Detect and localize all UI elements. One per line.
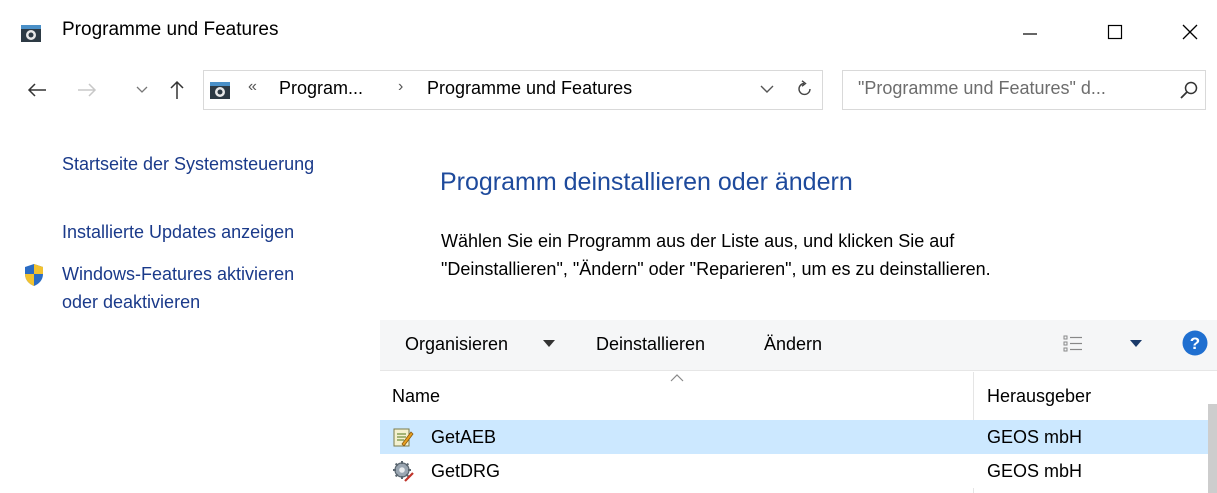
chevron-down-icon xyxy=(136,86,148,93)
back-button[interactable] xyxy=(22,72,52,108)
organize-button[interactable]: Organisieren xyxy=(405,334,508,355)
up-button[interactable] xyxy=(162,72,192,108)
arrow-left-icon xyxy=(27,83,46,97)
minimize-button[interactable] xyxy=(1000,0,1060,64)
description-line-1: Wählen Sie ein Programm aus der Liste au… xyxy=(441,231,955,251)
table-row[interactable] xyxy=(380,454,1208,488)
help-icon[interactable]: ? xyxy=(1182,330,1208,356)
control-panel-icon xyxy=(210,82,230,99)
search-icon[interactable] xyxy=(1178,79,1200,101)
breadcrumb-current[interactable]: Programme und Features xyxy=(427,78,632,99)
breadcrumb-separator[interactable]: › xyxy=(398,78,403,96)
refresh-button[interactable] xyxy=(793,76,817,102)
forward-button[interactable] xyxy=(72,72,102,108)
arrow-up-icon xyxy=(170,80,184,99)
view-details-icon[interactable] xyxy=(1063,333,1083,353)
table-row[interactable] xyxy=(380,420,1208,454)
arrow-right-icon xyxy=(78,83,97,97)
maximize-button[interactable] xyxy=(1085,0,1145,64)
maximize-icon xyxy=(1107,24,1123,40)
program-publisher: GEOS mbH xyxy=(987,461,1083,481)
change-button[interactable]: Ändern xyxy=(764,334,822,355)
windows-features-link[interactable]: Windows-Features aktivieren xyxy=(62,264,294,285)
svg-text:?: ? xyxy=(1190,334,1200,353)
control-panel-home-link[interactable]: Startseite der Systemsteuerung xyxy=(62,154,314,175)
program-publisher: GEOS mbH xyxy=(987,427,1083,447)
refresh-icon xyxy=(798,80,811,96)
control-panel-icon xyxy=(21,25,41,42)
windows-features-link-line2[interactable]: oder deaktivieren xyxy=(62,292,200,313)
chevron-down-icon xyxy=(760,85,774,93)
search-input[interactable]: "Programme und Features" d... xyxy=(858,78,1106,99)
breadcrumb-programs[interactable]: Program... xyxy=(279,78,363,99)
program-name: GetDRG xyxy=(431,461,501,481)
installer-icon xyxy=(393,428,414,447)
uninstall-button[interactable]: Deinstallieren xyxy=(596,334,705,355)
view-dropdown-arrow-icon[interactable] xyxy=(1130,340,1142,348)
uac-shield-icon xyxy=(25,264,43,286)
recent-locations-button[interactable] xyxy=(130,72,154,108)
window-title: Programme und Features xyxy=(62,19,279,40)
list-header xyxy=(380,372,1217,420)
installed-updates-link[interactable]: Installierte Updates anzeigen xyxy=(62,222,294,243)
breadcrumb-overflow[interactable]: « xyxy=(248,78,257,96)
close-icon xyxy=(1182,24,1198,40)
program-name: GetAEB xyxy=(431,427,497,447)
sort-ascending-icon xyxy=(670,374,684,382)
vertical-scrollbar[interactable] xyxy=(1208,404,1217,493)
minimize-icon xyxy=(1023,33,1037,35)
close-button[interactable] xyxy=(1160,0,1217,64)
dropdown-arrow-icon[interactable] xyxy=(543,340,555,348)
address-dropdown[interactable] xyxy=(760,78,774,99)
page-heading: Programm deinstallieren oder ändern xyxy=(440,168,853,196)
column-header-name[interactable]: Name xyxy=(392,386,440,407)
gear-installer-icon xyxy=(393,461,414,482)
description-line-2: "Deinstallieren", "Ändern" oder "Reparie… xyxy=(441,259,991,279)
column-header-publisher[interactable]: Herausgeber xyxy=(987,386,1091,407)
